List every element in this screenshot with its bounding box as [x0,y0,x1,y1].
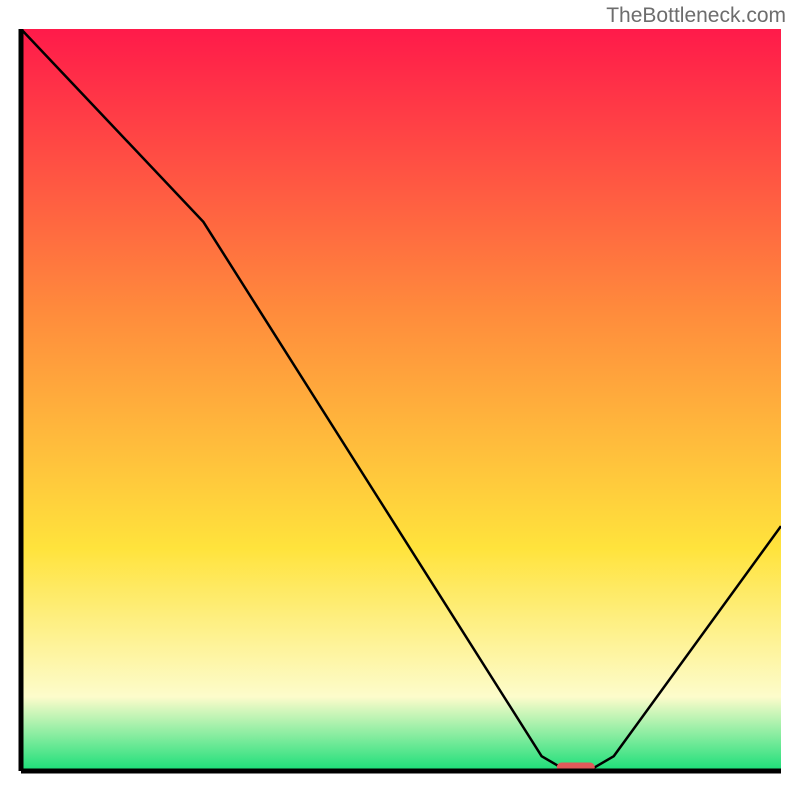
bottleneck-chart [0,0,800,800]
watermark-text: TheBottleneck.com [606,4,786,28]
chart-container: TheBottleneck.com [0,0,800,800]
plot-background [21,29,781,771]
